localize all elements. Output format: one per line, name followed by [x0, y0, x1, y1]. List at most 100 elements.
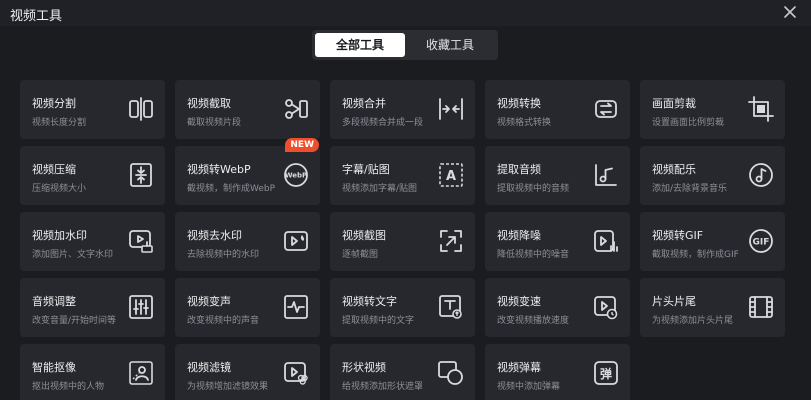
svg-text:WebP: WebP: [285, 172, 307, 180]
tool-card-compress[interactable]: 视频压缩压缩视频大小: [20, 146, 165, 205]
tool-name: 视频转换: [497, 97, 541, 110]
tool-card-equalizer[interactable]: 音频调整改变音量/开始时间等: [20, 278, 165, 337]
tool-name: 音频调整: [32, 295, 76, 308]
tool-name: 视频分割: [32, 97, 76, 110]
svg-text:A: A: [446, 169, 456, 184]
tool-card-denoise[interactable]: 视频降噪降低视频中的噪音: [485, 212, 630, 271]
tool-description: 改变视频播放速度: [497, 316, 570, 326]
tool-card-convert[interactable]: 视频转换视频格式转换: [485, 80, 630, 139]
tool-description: 提取视频中的音频: [497, 184, 570, 194]
tool-card-shape[interactable]: 形状视频给视频添加形状遮罩: [330, 344, 475, 400]
tool-card-music-circle[interactable]: 视频配乐添加/去除背景音乐: [640, 146, 785, 205]
crop-icon: [747, 95, 775, 123]
svg-text:GIF: GIF: [753, 238, 770, 248]
tool-card-screenshot[interactable]: 视频截图 逐帧截图: [330, 212, 475, 271]
tool-name: 视频滤镜: [187, 361, 231, 374]
webp-icon: WebP: [282, 161, 310, 189]
compress-icon: [127, 161, 155, 189]
tool-name: 视频压缩: [32, 163, 76, 176]
tool-name: 片头片尾: [652, 295, 696, 308]
equalizer-icon: [127, 293, 155, 321]
tool-card-film[interactable]: 片头片尾 为视频添加片头片尾: [640, 278, 785, 337]
tool-card-merge[interactable]: 视频合并多段视频合并成一段: [330, 80, 475, 139]
tool-name: 字幕/贴图: [342, 163, 390, 176]
tool-description: 逐帧截图: [342, 250, 379, 260]
tool-description: 抠出视频中的人物: [32, 382, 105, 392]
tool-name: 视频加水印: [32, 229, 87, 242]
tool-card-subtitle[interactable]: 字幕/贴图视频添加字幕/贴图 A: [330, 146, 475, 205]
tool-description: 截视频，制作成WebP: [187, 184, 276, 194]
tool-description: 给视频添加形状遮罩: [342, 382, 424, 392]
tool-description: 提取视频中的文字: [342, 316, 415, 326]
tool-description: 视频长度分割: [32, 118, 87, 128]
tool-card-video-to-text[interactable]: 视频转文字提取视频中的文字: [330, 278, 475, 337]
tool-name: 视频截取: [187, 97, 231, 110]
tool-card-add-watermark[interactable]: 视频加水印添加图片、文字水印: [20, 212, 165, 271]
film-icon: [747, 293, 775, 321]
tool-card-scissors[interactable]: 视频截取截取视频片段: [175, 80, 320, 139]
tool-card-split[interactable]: 视频分割视频长度分割: [20, 80, 165, 139]
tool-description: 视频添加字幕/贴图: [342, 184, 418, 194]
tool-name: 视频去水印: [187, 229, 242, 242]
new-badge: NEW: [285, 138, 319, 152]
tool-name: 视频转文字: [342, 295, 397, 308]
tool-description: 多段视频合并成一段: [342, 118, 424, 128]
speed-icon: [592, 293, 620, 321]
tool-description: 截取视频，制作成GIF: [652, 250, 739, 260]
window-title: 视频工具: [10, 9, 63, 24]
tab-all-tools[interactable]: 全部工具: [315, 33, 405, 57]
portrait-cutout-icon: [127, 359, 155, 387]
tool-name: 视频转GIF: [652, 229, 704, 242]
tool-description: 降低视频中的噪音: [497, 250, 570, 260]
tool-name: 视频降噪: [497, 229, 541, 242]
video-to-text-icon: [437, 293, 465, 321]
remove-watermark-icon: [282, 227, 310, 255]
tool-description: 改变视频中的声音: [187, 316, 260, 326]
tool-description: 截取视频片段: [187, 118, 242, 128]
tool-card-danmaku[interactable]: 视频弹幕视频中添加弹幕 弹: [485, 344, 630, 400]
subtitle-icon: A: [437, 161, 465, 189]
tab-favorite-tools[interactable]: 收藏工具: [405, 33, 495, 57]
tool-card-webp[interactable]: 视频转WebP 截视频，制作成WebP WebP NEW: [175, 138, 320, 205]
tool-card-music-note[interactable]: 提取音频提取视频中的音频: [485, 146, 630, 205]
svg-text:弹: 弹: [600, 366, 612, 381]
tool-name: 视频变速: [497, 295, 541, 308]
tool-description: 添加/去除背景音乐: [652, 184, 728, 194]
tool-description: 改变音量/开始时间等: [32, 316, 117, 326]
shape-icon: [437, 359, 465, 387]
tool-description: 压缩视频大小: [32, 184, 87, 194]
music-circle-icon: [747, 161, 775, 189]
tool-name: 视频弹幕: [497, 361, 541, 374]
tool-name: 视频变声: [187, 295, 231, 308]
tool-description: 视频格式转换: [497, 118, 552, 128]
tool-card-voice-change[interactable]: 视频变声改变视频中的声音: [175, 278, 320, 337]
denoise-icon: [592, 227, 620, 255]
tool-description: 设置画面比例剪裁: [652, 118, 725, 128]
tool-name: 画面剪裁: [652, 97, 696, 110]
tool-card-remove-watermark[interactable]: 视频去水印去除视频中的水印: [175, 212, 320, 271]
tool-name: 形状视频: [342, 361, 386, 374]
tool-card-speed[interactable]: 视频变速改变视频播放速度: [485, 278, 630, 337]
close-icon[interactable]: [781, 3, 799, 21]
danmaku-icon: 弹: [592, 359, 620, 387]
tool-card-crop[interactable]: 画面剪裁设置画面比例剪裁: [640, 80, 785, 139]
split-icon: [127, 95, 155, 123]
scissors-icon: [282, 95, 310, 123]
voice-change-icon: [282, 293, 310, 321]
filter-icon: [282, 359, 310, 387]
tool-description: 添加图片、文字水印: [32, 250, 114, 260]
tool-name: 视频合并: [342, 97, 386, 110]
tool-name: 智能抠像: [32, 361, 76, 374]
tool-name: 提取音频: [497, 163, 541, 176]
tool-card-filter[interactable]: 视频滤镜 为视频增加滤镜效果: [175, 344, 320, 400]
merge-icon: [437, 95, 465, 123]
tab-bar: 全部工具 收藏工具: [312, 30, 498, 60]
tool-name: 视频配乐: [652, 163, 696, 176]
tool-card-gif[interactable]: 视频转GIF 截取视频，制作成GIF GIF: [640, 212, 785, 271]
title-bar: 视频工具: [0, 0, 811, 26]
music-note-icon: [592, 161, 620, 189]
tool-card-portrait-cutout[interactable]: 智能抠像抠出视频中的人物: [20, 344, 165, 400]
convert-icon: [592, 95, 620, 123]
tool-description: 去除视频中的水印: [187, 250, 260, 260]
tool-description: 视频中添加弹幕: [497, 382, 561, 392]
